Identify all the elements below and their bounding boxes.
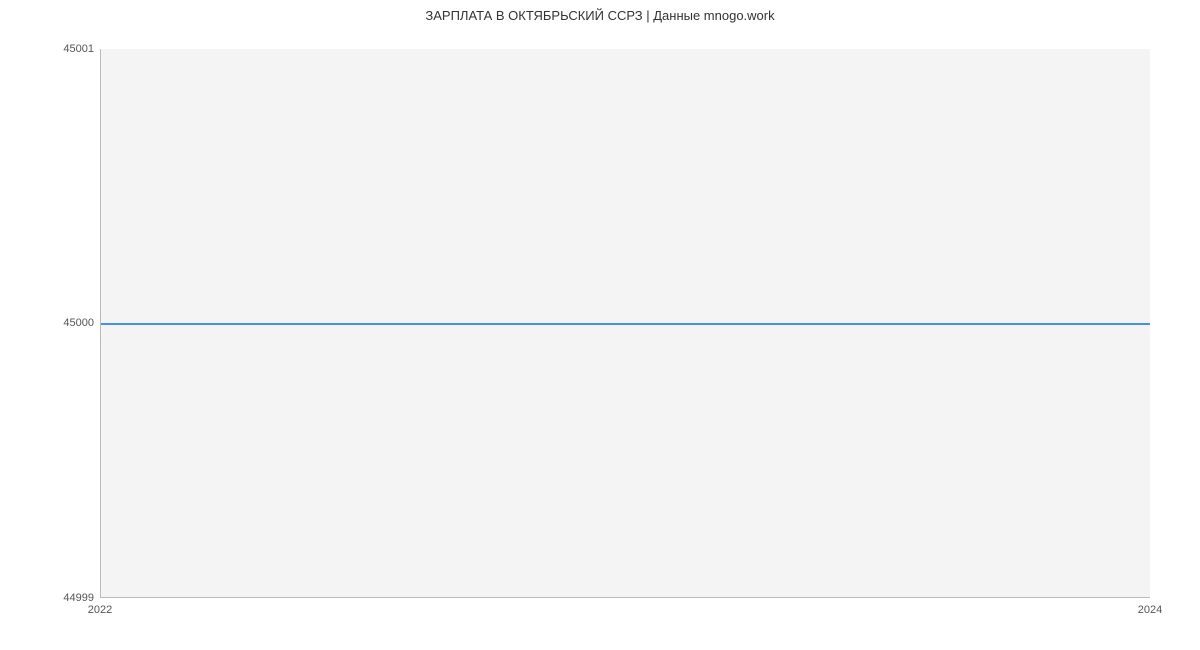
y-tick-label: 44999 bbox=[63, 592, 94, 604]
x-tick-label: 2024 bbox=[1138, 604, 1162, 616]
chart-title: ЗАРПЛАТА В ОКТЯБРЬСКИЙ ССРЗ | Данные mno… bbox=[0, 8, 1200, 23]
y-tick-label: 45001 bbox=[63, 43, 94, 55]
plot-area bbox=[100, 49, 1150, 598]
x-tick-label: 2022 bbox=[88, 604, 112, 616]
data-line bbox=[101, 323, 1150, 325]
y-tick-label: 45000 bbox=[63, 317, 94, 329]
